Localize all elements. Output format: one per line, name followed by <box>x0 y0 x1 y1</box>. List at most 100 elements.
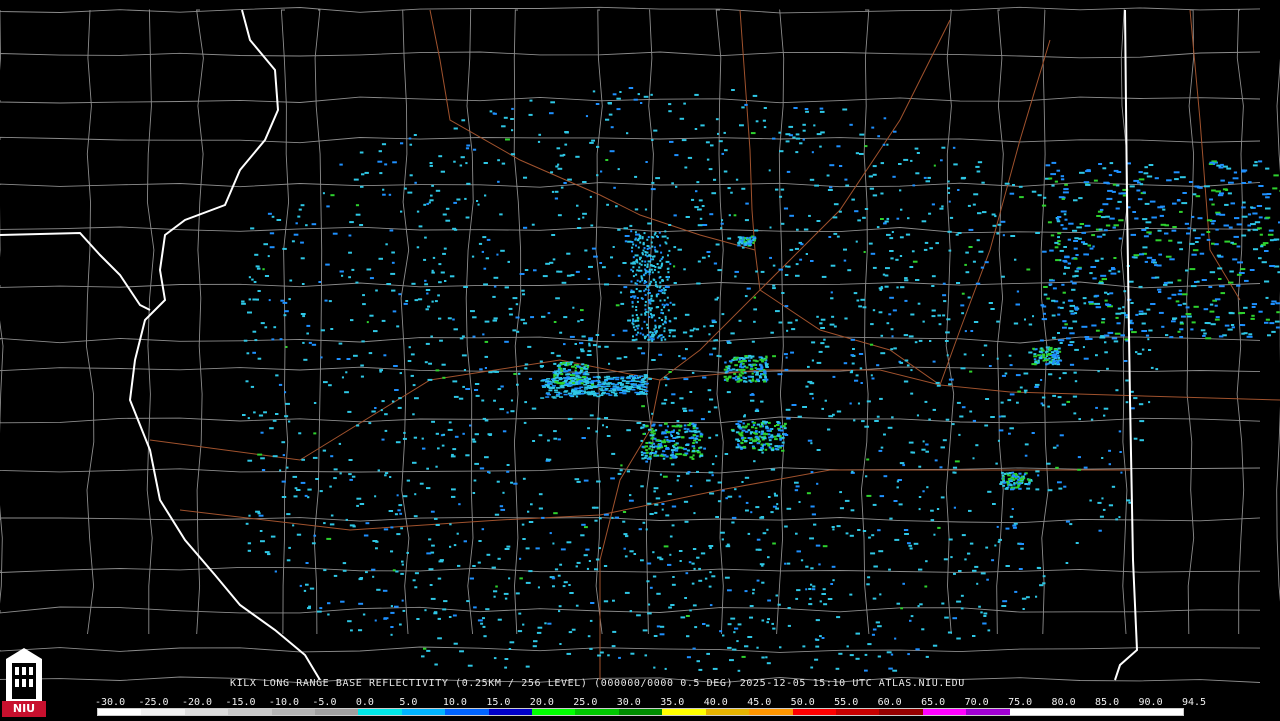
echo-pixel <box>883 222 887 224</box>
echo-pixel <box>931 519 935 521</box>
echo-pixel <box>718 482 722 484</box>
echo-pixel <box>261 432 264 434</box>
echo-pixel <box>500 505 503 507</box>
echo-pixel <box>460 337 464 339</box>
echo-pixel <box>1011 487 1014 489</box>
echo-pixel <box>738 380 741 382</box>
echo-pixel <box>540 365 544 367</box>
echo-pixel <box>762 421 766 423</box>
echo-pixel <box>498 558 501 560</box>
echo-pixel <box>694 568 696 570</box>
echo-pixel <box>1001 221 1006 223</box>
echo-pixel <box>662 450 665 452</box>
echo-pixel <box>430 195 433 197</box>
echo-pixel <box>719 140 723 142</box>
echo-pixel <box>1113 184 1117 186</box>
echo-pixel <box>772 138 775 140</box>
echo-pixel <box>1068 223 1073 225</box>
echo-pixel <box>302 342 304 344</box>
echo-pixel <box>334 575 337 577</box>
echo-pixel <box>1032 432 1035 434</box>
echo-pixel <box>1041 347 1043 349</box>
echo-pixel <box>825 346 830 348</box>
echo-pixel <box>810 442 812 444</box>
echo-pixel <box>1268 234 1274 236</box>
echo-pixel <box>246 523 249 525</box>
echo-pixel <box>981 267 984 269</box>
echo-pixel <box>821 593 826 595</box>
echo-pixel <box>725 372 728 374</box>
echo-pixel <box>573 394 577 396</box>
echo-pixel <box>1072 282 1077 284</box>
echo-pixel <box>572 382 575 384</box>
echo-pixel <box>1124 314 1128 316</box>
echo-pixel <box>523 322 527 324</box>
echo-pixel <box>712 320 716 322</box>
echo-pixel <box>584 250 587 252</box>
echo-pixel <box>738 241 741 243</box>
echo-pixel <box>1059 196 1065 198</box>
echo-pixel <box>656 235 658 237</box>
echo-pixel <box>596 376 600 378</box>
echo-pixel <box>928 419 931 421</box>
echo-pixel <box>1083 346 1085 348</box>
echo-pixel <box>558 168 563 170</box>
echo-pixel <box>837 411 841 413</box>
echo-pixel <box>635 238 637 240</box>
echo-pixel <box>376 589 380 591</box>
echo-pixel <box>885 267 890 269</box>
echo-pixel <box>282 248 287 250</box>
echo-pixel <box>646 239 648 241</box>
echo-pixel <box>330 194 334 196</box>
echo-pixel <box>1130 302 1133 304</box>
echo-pixel <box>268 213 272 215</box>
echo-pixel <box>1006 487 1008 489</box>
echo-pixel <box>585 549 589 551</box>
echo-pixel <box>770 332 774 334</box>
echo-pixel <box>1055 259 1060 261</box>
echo-pixel <box>1069 310 1073 312</box>
echo-pixel <box>608 382 612 384</box>
echo-pixel <box>1146 231 1151 233</box>
echo-pixel <box>552 577 555 579</box>
echo-pixel <box>781 223 784 225</box>
echo-pixel <box>1116 184 1119 186</box>
echo-pixel <box>1252 306 1256 308</box>
echo-pixel <box>698 224 703 226</box>
echo-pixel <box>596 146 599 148</box>
echo-pixel <box>269 427 274 429</box>
echo-pixel <box>639 281 641 283</box>
echo-pixel <box>1032 348 1035 350</box>
echo-pixel <box>1144 235 1149 237</box>
echo-pixel <box>577 320 580 322</box>
echo-pixel <box>753 460 755 462</box>
echo-pixel <box>487 554 491 556</box>
echo-pixel <box>673 265 675 267</box>
echo-pixel <box>1072 321 1077 323</box>
echo-pixel <box>768 496 771 498</box>
echo-pixel <box>555 166 558 168</box>
echo-pixel <box>810 584 812 586</box>
echo-pixel <box>649 445 653 447</box>
echo-pixel <box>1056 351 1059 353</box>
echo-pixel <box>449 523 451 525</box>
echo-pixel <box>436 524 440 526</box>
echo-pixel <box>905 360 909 362</box>
echo-pixel <box>649 273 651 275</box>
echo-pixel <box>709 547 711 549</box>
echo-pixel <box>743 360 747 362</box>
echo-pixel <box>1008 433 1011 435</box>
echo-pixel <box>748 243 752 245</box>
echo-pixel <box>1063 292 1066 294</box>
echo-pixel <box>1179 336 1183 338</box>
echo-pixel <box>552 385 556 387</box>
echo-pixel <box>1185 270 1189 272</box>
echo-pixel <box>645 455 648 457</box>
echo-pixel <box>744 414 746 416</box>
echo-pixel <box>414 586 417 588</box>
echo-pixel <box>816 619 820 621</box>
echo-pixel <box>854 380 858 382</box>
echo-pixel <box>689 410 694 412</box>
echo-pixel <box>803 139 805 141</box>
echo-pixel <box>781 445 784 447</box>
